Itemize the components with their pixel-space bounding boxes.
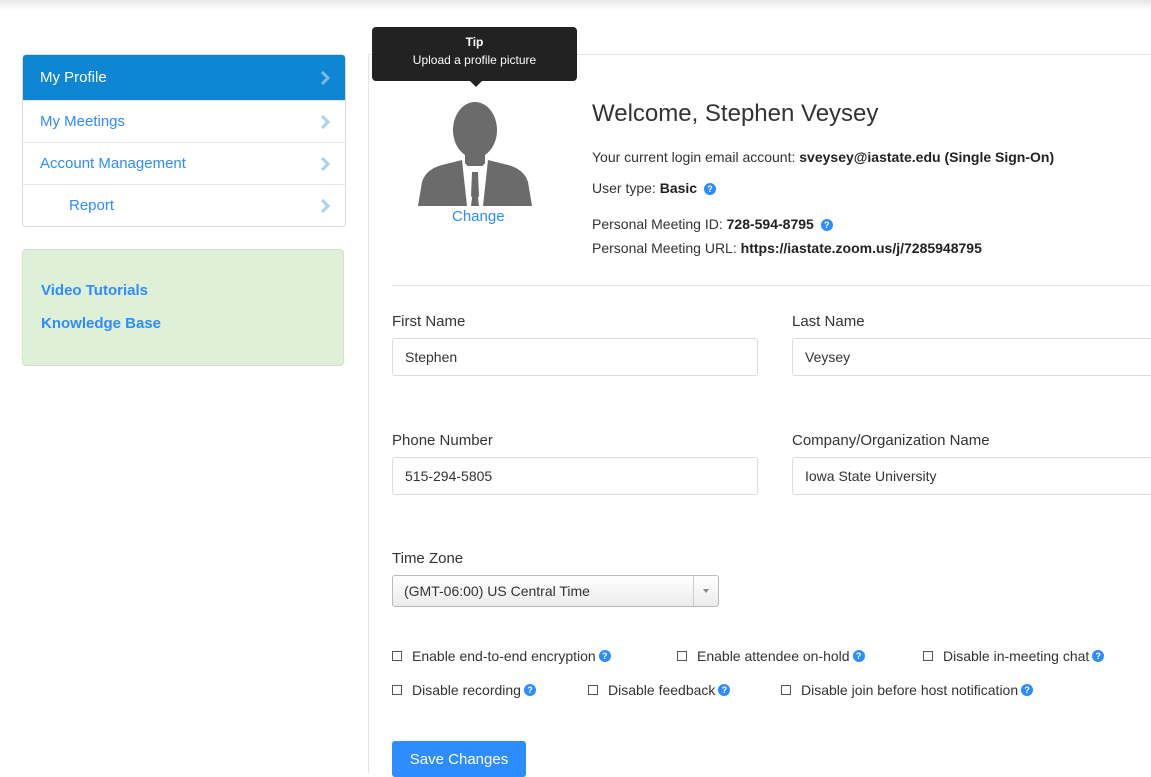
sidebar-item-label: My Meetings <box>40 113 126 130</box>
option-label: Disable feedback <box>608 682 716 698</box>
option-disable-chat: Disable in-meeting chat ? <box>923 648 1105 664</box>
main-divider <box>368 54 369 773</box>
timezone-value: (GMT-06:00) US Central Time <box>404 583 590 599</box>
tooltip-arrow <box>470 81 482 87</box>
login-email-label: Your current login email account: <box>592 149 800 165</box>
top-shadow <box>0 0 1151 10</box>
disable-chat-checkbox[interactable] <box>923 651 933 661</box>
chevron-right-icon <box>319 156 333 171</box>
company-label: Company/Organization Name <box>792 432 990 449</box>
option-attendee-on-hold: Enable attendee on-hold ? <box>677 648 865 664</box>
e2e-encryption-checkbox[interactable] <box>392 651 402 661</box>
help-icon[interactable]: ? <box>820 219 833 232</box>
option-disable-recording: Disable recording ? <box>392 682 536 698</box>
last-name-input[interactable]: Veysey <box>792 338 1151 376</box>
sidebar-item-label: Account Management <box>40 155 186 172</box>
phone-input[interactable]: 515-294-5805 <box>392 457 758 495</box>
first-name-input[interactable]: Stephen <box>392 338 758 376</box>
chevron-right-icon <box>319 198 333 213</box>
profile-picture[interactable] <box>416 98 534 206</box>
sidebar-nav: My Profile My Meetings Account Managemen… <box>22 54 346 227</box>
login-email-line: Your current login email account: sveyse… <box>592 149 1054 165</box>
user-silhouette-icon <box>418 102 532 206</box>
sidebar-item-report[interactable]: Report <box>23 184 345 226</box>
section-divider <box>392 285 1151 286</box>
tooltip-title: Tip <box>465 35 484 49</box>
help-icon[interactable]: ? <box>1092 650 1105 662</box>
help-panel: Video Tutorials Knowledge Base <box>22 249 344 366</box>
pmi-line: Personal Meeting ID: 728-594-8795 ? <box>592 216 833 232</box>
option-label: Disable join before host notification <box>801 682 1019 698</box>
company-value: Iowa State University <box>805 468 937 484</box>
first-name-label: First Name <box>392 313 466 330</box>
option-label: Enable end-to-end encryption <box>412 648 596 664</box>
sidebar-item-label: My Profile <box>40 69 107 86</box>
save-changes-button[interactable]: Save Changes <box>392 741 526 777</box>
help-icon[interactable]: ? <box>1021 684 1034 696</box>
timezone-label: Time Zone <box>392 550 464 567</box>
tooltip: Tip Upload a profile picture <box>372 27 577 81</box>
user-type-line: User type: Basic ? <box>592 180 716 196</box>
chevron-right-icon <box>319 114 333 129</box>
help-icon[interactable]: ? <box>852 650 865 662</box>
tooltip-text: Upload a profile picture <box>412 53 537 67</box>
pmi-label: Personal Meeting ID: <box>592 216 727 232</box>
chevron-right-icon <box>319 70 333 85</box>
user-type-label: User type: <box>592 180 660 196</box>
option-label: Enable attendee on-hold <box>697 648 850 664</box>
change-picture-link[interactable]: Change <box>452 208 505 225</box>
pmi-value: 728-594-8795 <box>726 216 814 232</box>
last-name-label: Last Name <box>792 313 865 330</box>
option-disable-feedback: Disable feedback ? <box>588 682 731 698</box>
option-e2e-encryption: Enable end-to-end encryption ? <box>392 648 611 664</box>
user-type-value: Basic <box>659 180 698 196</box>
sidebar-item-my-meetings[interactable]: My Meetings <box>23 100 345 142</box>
help-icon[interactable]: ? <box>523 684 536 696</box>
chevron-down-icon <box>693 576 718 606</box>
pmu-label: Personal Meeting URL: <box>592 240 741 256</box>
attendee-on-hold-checkbox[interactable] <box>677 651 687 661</box>
video-tutorials-link[interactable]: Video Tutorials <box>41 282 343 299</box>
last-name-value: Veysey <box>805 349 851 365</box>
timezone-select[interactable]: (GMT-06:00) US Central Time <box>392 575 719 607</box>
pmu-line: Personal Meeting URL: https://iastate.zo… <box>592 240 982 256</box>
sidebar-item-label: Report <box>69 197 115 214</box>
disable-feedback-checkbox[interactable] <box>588 685 598 695</box>
phone-label: Phone Number <box>392 432 493 449</box>
help-icon[interactable]: ? <box>598 650 611 662</box>
company-input[interactable]: Iowa State University <box>792 457 1151 495</box>
first-name-value: Stephen <box>405 349 458 365</box>
option-label: Disable in-meeting chat <box>943 648 1090 664</box>
welcome-heading: Welcome, Stephen Veysey <box>592 100 879 127</box>
phone-value: 515-294-5805 <box>405 468 493 484</box>
pmu-value: https://iastate.zoom.us/j/7285948795 <box>740 240 982 256</box>
login-email-value: sveysey@iastate.edu (Single Sign-On) <box>799 149 1055 165</box>
option-disable-jbh-notification: Disable join before host notification ? <box>781 682 1034 698</box>
disable-recording-checkbox[interactable] <box>392 685 402 695</box>
knowledge-base-link[interactable]: Knowledge Base <box>41 315 343 332</box>
sidebar-item-my-profile[interactable]: My Profile <box>23 55 345 100</box>
disable-jbh-checkbox[interactable] <box>781 685 791 695</box>
help-icon[interactable]: ? <box>703 183 716 196</box>
sidebar-item-account-management[interactable]: Account Management <box>23 142 345 184</box>
help-icon[interactable]: ? <box>718 684 731 696</box>
option-label: Disable recording <box>412 682 521 698</box>
